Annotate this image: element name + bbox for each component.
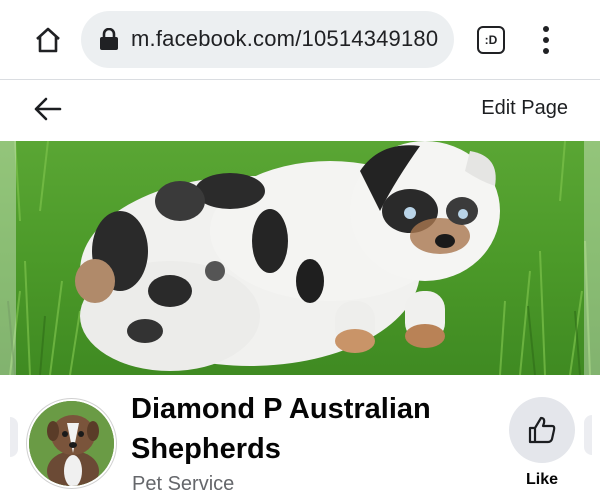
home-button[interactable] <box>30 22 66 58</box>
url-text: m.facebook.com/10514349180 <box>131 26 439 51</box>
lock-icon <box>100 28 118 50</box>
page-title: Diamond P Australian Shepherds <box>131 393 431 465</box>
page-header: Edit Page <box>0 80 600 140</box>
profile-avatar[interactable] <box>27 399 116 488</box>
cover-photo-image <box>0 141 600 375</box>
right-scroll-edge <box>584 415 592 455</box>
edit-page-link[interactable]: Edit Page <box>481 97 568 120</box>
left-scroll-edge <box>10 417 18 457</box>
tab-switcher-button[interactable]: :D <box>477 26 505 54</box>
avatar-image <box>29 401 114 486</box>
browser-toolbar: m.facebook.com/10514349180 :D <box>0 0 600 80</box>
thumbs-up-icon <box>528 416 556 444</box>
like-button[interactable] <box>509 397 575 463</box>
more-vert-icon[interactable] <box>534 24 558 56</box>
page-profile-section: Diamond P Australian Shepherds Pet Servi… <box>0 375 600 500</box>
home-icon <box>36 27 60 53</box>
page-category: Pet Service <box>132 473 235 495</box>
cover-photo[interactable] <box>0 141 600 375</box>
tab-switcher-label: :D <box>484 33 498 47</box>
arrow-left-icon[interactable] <box>30 94 66 124</box>
address-bar[interactable]: m.facebook.com/10514349180 <box>81 11 454 68</box>
like-label: Like <box>525 471 558 488</box>
